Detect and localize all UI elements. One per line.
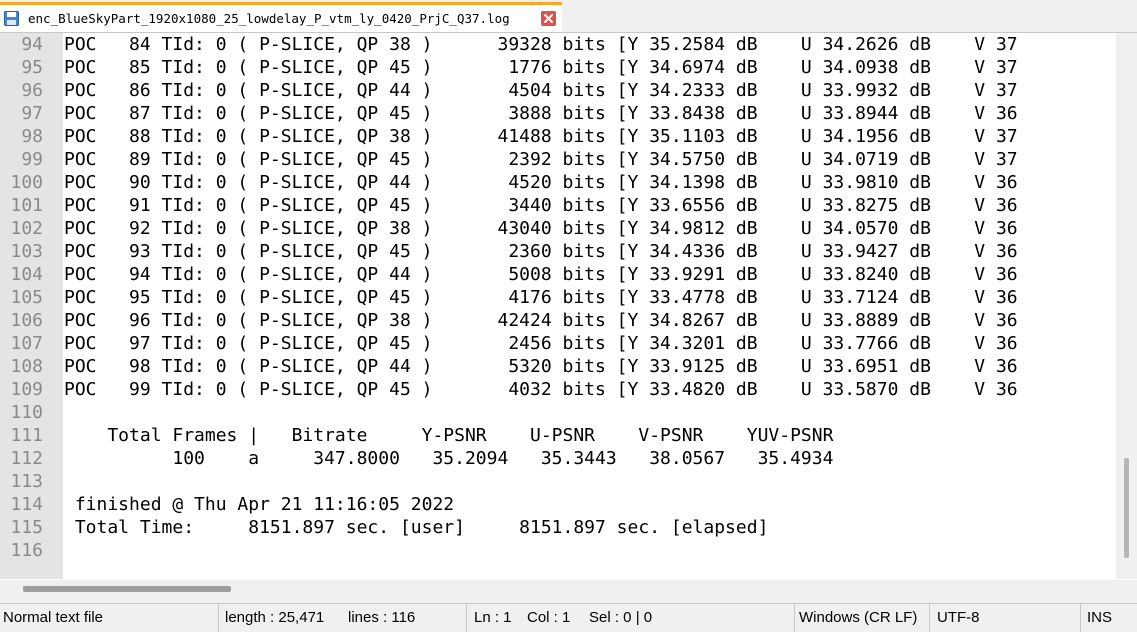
line-number: 104: [10, 264, 43, 285]
line-text[interactable]: POC 98 TId: 0 ( P-SLICE, QP 44 ) 5320 bi…: [64, 355, 1018, 378]
status-lines: lines : 116: [348, 609, 416, 626]
tab-title: enc_BlueSkyPart_1920x1080_25_lowdelay_P_…: [28, 11, 510, 26]
line-number: 109: [10, 379, 43, 400]
status-length: length : 25,471: [218, 604, 342, 632]
status-file-type: Normal text file: [3, 609, 104, 626]
line-number: 108: [10, 356, 43, 377]
line-number: 98: [21, 126, 43, 147]
file-tab[interactable]: enc_BlueSkyPart_1920x1080_25_lowdelay_P_…: [0, 2, 562, 32]
line-text[interactable]: POC 90 TId: 0 ( P-SLICE, QP 44 ) 4520 bi…: [64, 171, 1018, 194]
line-number: 100: [10, 172, 43, 193]
line-text[interactable]: POC 86 TId: 0 ( P-SLICE, QP 44 ) 4504 bi…: [64, 79, 1018, 102]
status-encoding[interactable]: UTF-8: [929, 604, 1080, 632]
line-number: 111: [10, 425, 43, 446]
line-text[interactable]: finished @ Thu Apr 21 11:16:05 2022: [64, 493, 454, 516]
line-number: 103: [10, 241, 43, 262]
status-sel: Sel : 0 | 0: [589, 609, 653, 626]
line-number: 94: [21, 34, 43, 55]
line-text[interactable]: POC 96 TId: 0 ( P-SLICE, QP 38 ) 42424 b…: [64, 309, 1018, 332]
line-number: 114: [10, 494, 43, 515]
status-ln: Ln : 1: [466, 604, 519, 632]
line-number: 99: [21, 149, 43, 170]
line-text[interactable]: POC 91 TId: 0 ( P-SLICE, QP 45 ) 3440 bi…: [64, 194, 1018, 217]
line-number: 112: [10, 448, 43, 469]
line-text[interactable]: Total Time: 8151.897 sec. [user] 8151.89…: [64, 516, 769, 539]
line-text[interactable]: POC 85 TId: 0 ( P-SLICE, QP 45 ) 1776 bi…: [64, 56, 1018, 79]
line-number: 95: [21, 57, 43, 78]
status-col: Col : 1: [527, 609, 571, 626]
horizontal-scroll-thumb[interactable]: [23, 586, 231, 592]
save-disk-icon: [4, 11, 19, 26]
line-number: 101: [10, 195, 43, 216]
line-number: 97: [21, 103, 43, 124]
line-text[interactable]: 100 a 347.8000 35.2094 35.3443 38.0567 3…: [64, 447, 833, 470]
line-number: 116: [10, 540, 43, 561]
line-text[interactable]: POC 87 TId: 0 ( P-SLICE, QP 45 ) 3888 bi…: [64, 102, 1018, 125]
line-number: 102: [10, 218, 43, 239]
line-text[interactable]: Total Frames | Bitrate Y-PSNR U-PSNR V-P…: [64, 424, 833, 447]
line-text[interactable]: POC 95 TId: 0 ( P-SLICE, QP 45 ) 4176 bi…: [64, 286, 1018, 309]
line-number: 96: [21, 80, 43, 101]
vertical-scrollbar[interactable]: [1116, 33, 1137, 579]
editor-content[interactable]: 94 POC 84 TId: 0 ( P-SLICE, QP 38 ) 39328…: [0, 33, 1116, 579]
line-number: 113: [10, 471, 43, 492]
status-mode[interactable]: INS: [1080, 604, 1137, 632]
line-text[interactable]: POC 97 TId: 0 ( P-SLICE, QP 45 ) 2456 bi…: [64, 332, 1018, 355]
line-text[interactable]: POC 84 TId: 0 ( P-SLICE, QP 38 ) 39328 b…: [64, 33, 1018, 56]
line-text[interactable]: POC 89 TId: 0 ( P-SLICE, QP 45 ) 2392 bi…: [64, 148, 1018, 171]
tab-bar: enc_BlueSkyPart_1920x1080_25_lowdelay_P_…: [0, 0, 1137, 32]
line-text[interactable]: POC 88 TId: 0 ( P-SLICE, QP 38 ) 41488 b…: [64, 125, 1018, 148]
line-number: 105: [10, 287, 43, 308]
line-number: 110: [10, 402, 43, 423]
status-eol[interactable]: Windows (CR LF): [794, 604, 929, 632]
line-text[interactable]: POC 93 TId: 0 ( P-SLICE, QP 45 ) 2360 bi…: [64, 240, 1018, 263]
line-text[interactable]: POC 94 TId: 0 ( P-SLICE, QP 44 ) 5008 bi…: [64, 263, 1018, 286]
line-number: 115: [10, 517, 43, 538]
vertical-scroll-thumb[interactable]: [1124, 458, 1129, 558]
text-editor[interactable]: 94 POC 84 TId: 0 ( P-SLICE, QP 38 ) 39328…: [0, 32, 1137, 581]
line-text[interactable]: POC 92 TId: 0 ( P-SLICE, QP 38 ) 43040 b…: [64, 217, 1018, 240]
status-bar: Normal text file length : 25,471 lines :…: [0, 603, 1137, 632]
line-number: 107: [10, 333, 43, 354]
line-number: 106: [10, 310, 43, 331]
close-icon[interactable]: [541, 11, 556, 26]
line-text[interactable]: POC 99 TId: 0 ( P-SLICE, QP 45 ) 4032 bi…: [64, 378, 1018, 401]
horizontal-scrollbar[interactable]: [0, 580, 1137, 602]
